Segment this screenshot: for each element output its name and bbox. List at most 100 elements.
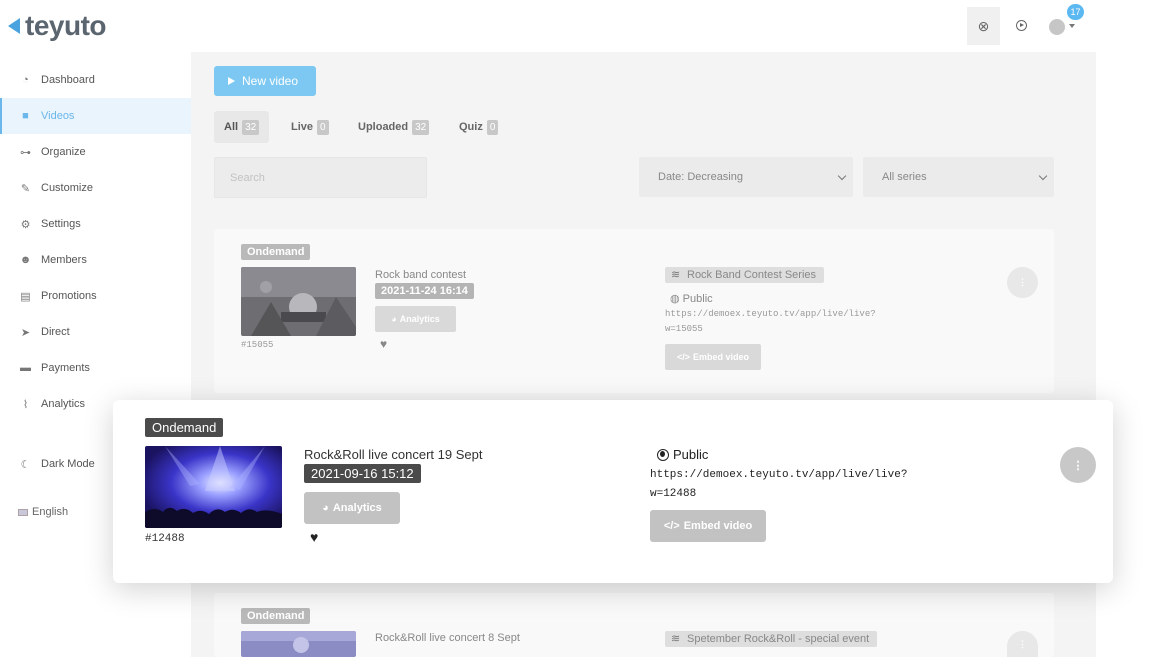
series-badge[interactable]: Rock Band Contest Series [665, 267, 825, 283]
privacy-label: Public [682, 293, 713, 305]
sort-select-value: Date: Decreasing [658, 171, 743, 183]
chevron-down-icon [837, 171, 847, 180]
sidebar-item-promotions[interactable]: ▤ Promotions [0, 278, 191, 314]
analytics-button[interactable]: ◕ Analytics [304, 492, 400, 524]
tab-label: Live [291, 121, 314, 133]
video-url-line: w=12488 [650, 488, 697, 500]
sidebar-item-dashboard[interactable]: ◔ Dashboard [0, 62, 191, 98]
embed-video-button[interactable]: </> Embed video [665, 344, 761, 370]
close-circle-icon: ⊗ [977, 17, 990, 34]
tab-label: Quiz [459, 121, 483, 133]
code-icon: </> [663, 520, 680, 532]
video-url-line: w=15055 [665, 324, 703, 334]
logo-chevron-icon [8, 18, 20, 34]
tab-live[interactable]: Live 0 [291, 111, 329, 143]
sidebar-item-customize[interactable]: ✎ Customize [0, 170, 191, 206]
video-thumbnail[interactable] [241, 631, 356, 657]
analytics-button[interactable]: ◕ Analytics [375, 306, 456, 332]
sidebar-item-videos[interactable]: ■ Videos [0, 98, 191, 134]
new-video-label: New video [242, 74, 299, 88]
language-label: English [32, 506, 69, 518]
sidebar-item-direct[interactable]: ➤ Direct [0, 314, 191, 350]
more-options-button[interactable]: ⋮ [1007, 631, 1038, 657]
embed-label: Embed video [683, 520, 753, 532]
uk-flag-icon [18, 508, 28, 516]
tab-quiz[interactable]: Quiz 0 [459, 111, 499, 143]
thumbnail-image [241, 631, 356, 657]
sidebar-item-label: Analytics [41, 398, 86, 410]
video-thumbnail[interactable] [145, 446, 282, 528]
ticket-icon: ▤ [20, 290, 31, 303]
video-url-line: https://demoex.teyuto.tv/app/live/live? [650, 469, 908, 481]
embed-label: Embed video [693, 352, 750, 362]
cogs-icon: ⚙ [20, 218, 31, 231]
heart-icon[interactable]: ♥ [310, 529, 318, 545]
brush-icon: ✎ [20, 182, 31, 195]
sidebar-item-label: Settings [41, 218, 81, 230]
caret-down-icon[interactable] [1069, 24, 1075, 28]
globe-icon [657, 448, 669, 461]
video-id: #15055 [241, 340, 274, 350]
tab-uploaded[interactable]: Uploaded 32 [358, 111, 430, 143]
sidebar-item-label: Organize [41, 146, 86, 158]
tab-count: 0 [486, 119, 499, 135]
tab-all[interactable]: All 32 [214, 111, 270, 143]
series-badge[interactable]: Spetember Rock&Roll - special event [665, 631, 878, 647]
code-icon: </> [676, 352, 690, 362]
new-video-button[interactable]: New video [214, 66, 316, 96]
more-options-button[interactable]: ⋮ [1060, 447, 1096, 483]
close-live-button[interactable]: ⊗ [967, 7, 1000, 45]
chevron-down-icon [1038, 171, 1048, 180]
video-url-line: https://demoex.teyuto.tv/app/live/live? [665, 309, 876, 319]
sidebar-item-label: Members [41, 254, 87, 266]
notification-badge[interactable]: 17 [1067, 4, 1084, 20]
sidebar-item-label: Customize [41, 182, 93, 194]
video-title[interactable]: Rock&Roll live concert 8 Sept [375, 632, 520, 644]
play-icon [228, 77, 235, 85]
sidebar-item-organize[interactable]: ⊶ Organize [0, 134, 191, 170]
series-select-value: All series [882, 171, 927, 183]
privacy-status: Public [657, 447, 708, 462]
thumbnail-image [145, 446, 282, 528]
sidebar-item-settings[interactable]: ⚙ Settings [0, 206, 191, 242]
tab-label: Uploaded [358, 121, 409, 133]
kebab-icon: ⋮ [1018, 277, 1027, 287]
globe-icon: ◍ [670, 293, 680, 305]
privacy-status: ◍ Public [670, 292, 713, 305]
sort-select[interactable]: Date: Decreasing [639, 157, 853, 197]
sitemap-icon: ⊶ [20, 146, 31, 159]
language-selector[interactable]: English [18, 506, 68, 518]
kebab-icon: ⋮ [1018, 638, 1027, 649]
video-type-badge: Ondemand [241, 608, 311, 624]
play-circle-icon[interactable] [1016, 20, 1027, 31]
video-date-badge: 2021-09-16 15:12 [304, 464, 421, 483]
analytics-label: Analytics [332, 502, 382, 514]
series-select[interactable]: All series [863, 157, 1054, 197]
video-type-badge: Ondemand [241, 244, 311, 260]
video-url[interactable]: https://demoex.teyuto.tv/app/live/live? … [650, 466, 907, 504]
sidebar-item-members[interactable]: ☻ Members [0, 242, 191, 278]
more-options-button[interactable]: ⋮ [1007, 267, 1038, 298]
sidebar-item-label: Dashboard [41, 74, 95, 86]
brand-name: teyuto [25, 10, 107, 41]
sidebar: ◔ Dashboard ■ Videos ⊶ Organize ✎ Custom… [0, 62, 191, 422]
user-avatar[interactable] [1049, 19, 1065, 35]
privacy-label: Public [673, 447, 709, 462]
search-input[interactable] [214, 157, 427, 198]
tab-count: 32 [242, 119, 260, 135]
sidebar-item-payments[interactable]: ▬ Payments [0, 350, 191, 386]
video-thumbnail[interactable] [241, 267, 356, 336]
sidebar-item-label: Promotions [41, 290, 97, 302]
heart-icon[interactable]: ♥ [380, 337, 387, 351]
embed-video-button[interactable]: </> Embed video [650, 510, 766, 542]
moon-icon: ☾ [20, 458, 31, 471]
video-type-badge: Ondemand [145, 418, 224, 437]
brand-logo[interactable]: teyuto [8, 8, 107, 44]
video-title[interactable]: Rock&Roll live concert 19 Sept [304, 447, 482, 462]
line-chart-icon: ⌇ [22, 398, 29, 411]
video-title[interactable]: Rock band contest [375, 269, 466, 281]
thumbnail-image [241, 267, 356, 336]
video-url[interactable]: https://demoex.teyuto.tv/app/live/live? … [665, 307, 876, 337]
sidebar-item-label: Videos [41, 110, 75, 122]
paper-plane-icon: ➤ [20, 326, 31, 339]
